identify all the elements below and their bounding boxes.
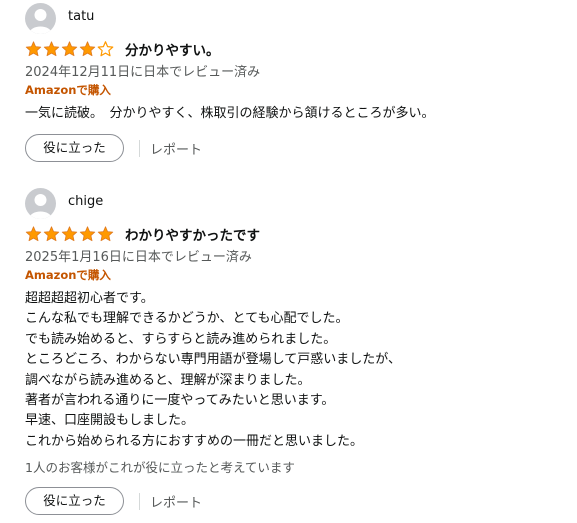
review-title[interactable]: わかりやすかったです xyxy=(125,224,260,244)
avatar-icon xyxy=(25,2,56,34)
helpful-button[interactable]: 役に立った xyxy=(25,487,124,516)
review-body-line: 調べながら読み進めると、理解が深まりました。 xyxy=(25,372,311,388)
review-date: 2025年1月16日に日本でレビュー済み xyxy=(25,250,252,265)
star-filled-icon xyxy=(43,226,60,242)
review-body-line: これから始められる方におすすめの一冊だと思いました。 xyxy=(25,433,364,449)
divider xyxy=(139,139,140,157)
review-date: 2024年12月11日に日本でレビュー済み xyxy=(25,65,261,80)
review: chige わかりやすかったです 2025年1月16日に日本でレビュー済み Am… xyxy=(25,187,567,516)
review-body-line: こんな私でも理解できるかどうか、とても心配でした。 xyxy=(25,311,349,327)
star-rating[interactable] xyxy=(25,41,114,57)
star-filled-icon xyxy=(61,41,78,57)
report-link[interactable]: レポート xyxy=(150,139,202,158)
divider xyxy=(139,492,140,510)
star-filled-icon xyxy=(79,41,96,57)
review-body-line: 早速、口座開設もしました。 xyxy=(25,413,195,429)
report-link[interactable]: レポート xyxy=(150,492,202,511)
star-filled-icon xyxy=(79,226,96,242)
star-rating[interactable] xyxy=(25,226,114,242)
star-filled-icon xyxy=(61,226,78,242)
star-filled-icon xyxy=(43,41,60,57)
reviewer-name[interactable]: tatu xyxy=(68,9,94,24)
reviewer-name[interactable]: chige xyxy=(68,194,103,209)
review: tatu 分かりやすい。 2024年12月11日に日本でレビュー済み Amazo… xyxy=(25,2,567,163)
star-filled-icon xyxy=(25,41,42,57)
review-body-line: 超超超超初心者です。 xyxy=(25,291,154,306)
star-filled-icon xyxy=(97,226,114,242)
review-body-line: 一気に読破。 分かりやすく、株取引の経験から頷けるところが多い。 xyxy=(25,106,435,121)
verified-purchase-badge: Amazonで購入 xyxy=(25,268,111,282)
helpful-button[interactable]: 役に立った xyxy=(25,134,124,163)
review-body-line: ところどころ、わからない専門用語が登場して戸惑いましたが、 xyxy=(25,352,401,368)
avatar-icon xyxy=(25,187,56,219)
helpful-count: 1人のお客様がこれが役に立ったと考えています xyxy=(25,460,295,476)
verified-purchase-badge: Amazonで購入 xyxy=(25,83,111,97)
reviewer-profile[interactable]: chige xyxy=(25,187,567,219)
review-body: 一気に読破。 分かりやすく、株取引の経験から頷けるところが多い。 xyxy=(25,104,567,124)
review-body-line: 著者が言われる通りに一度やってみたいと思います。 xyxy=(25,393,335,409)
star-empty-icon xyxy=(97,41,114,57)
reviewer-profile[interactable]: tatu xyxy=(25,2,567,34)
review-body: 超超超超初心者です。 こんな私でも理解できるかどうか、とても心配でした。 でも読… xyxy=(25,289,567,452)
star-filled-icon xyxy=(25,226,42,242)
review-title[interactable]: 分かりやすい。 xyxy=(125,39,220,59)
review-body-line: でも読み始めると、すらすらと読み進められました。 xyxy=(25,331,337,347)
